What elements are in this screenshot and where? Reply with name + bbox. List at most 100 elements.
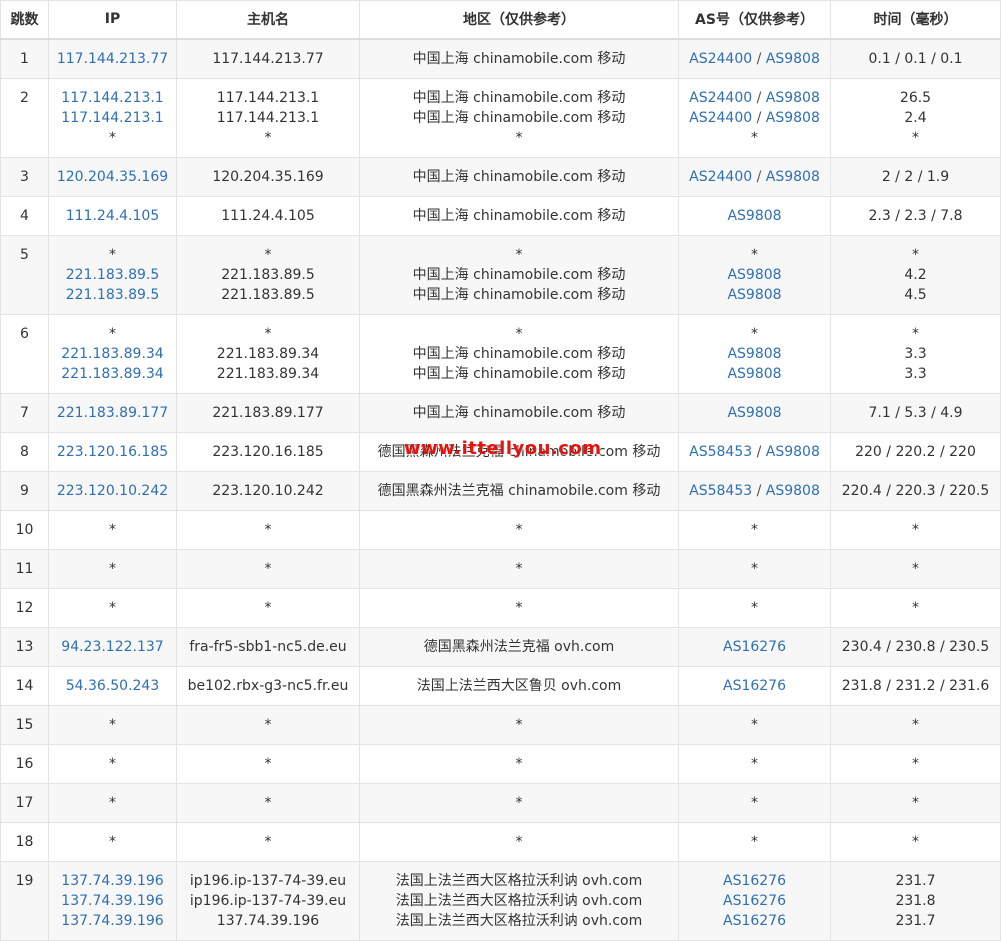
- time-cell: *: [830, 782, 1001, 823]
- ip-link: *: [109, 560, 116, 577]
- as-link[interactable]: AS9808: [727, 346, 781, 362]
- hostname-cell: 120.204.35.169: [176, 156, 360, 197]
- as-line: *: [681, 324, 828, 344]
- region-cell: 中国上海 chinamobile.com 移动: [359, 156, 679, 197]
- table-row: 13 94.23.122.137 fra-fr5-sbb1-nc5.de.eu 德国黑…: [0, 626, 1001, 667]
- time-cell: 7.1 / 5.3 / 4.9: [830, 392, 1001, 433]
- as-link[interactable]: AS9808: [766, 51, 820, 67]
- as-line: AS58453 / AS9808: [681, 481, 828, 501]
- as-line: AS9808: [681, 265, 828, 285]
- hostname-text: 137.74.39.196: [216, 912, 320, 929]
- ip-cell: 117.144.213.77: [48, 38, 177, 79]
- as-link[interactable]: AS9808: [727, 366, 781, 382]
- hop-number: 4: [0, 195, 49, 236]
- hostname-text: 221.183.89.5: [221, 266, 315, 283]
- hostname-cell: 111.24.4.105: [176, 195, 360, 236]
- hostname-cell: *: [176, 743, 360, 784]
- time-text: 7.1 / 5.3 / 4.9: [868, 404, 963, 421]
- as-link[interactable]: AS9808: [766, 444, 820, 460]
- ip-link: *: [109, 833, 116, 850]
- table-row: 17 * * * * *: [0, 782, 1001, 823]
- as-link[interactable]: AS16276: [723, 893, 786, 909]
- ip-cell: *: [48, 704, 177, 745]
- as-cell: AS58453 / AS9808: [678, 431, 831, 472]
- ip-link[interactable]: 221.183.89.34: [51, 344, 174, 364]
- hop-number: 10: [0, 509, 49, 550]
- ip-link[interactable]: 223.120.10.242: [51, 481, 174, 501]
- as-link: *: [751, 755, 758, 772]
- as-link[interactable]: AS24400: [689, 90, 752, 106]
- ip-link[interactable]: 221.183.89.177: [51, 403, 174, 423]
- hostname-cell: 221.183.89.177: [176, 392, 360, 433]
- region-cell: 中国上海 chinamobile.com 移动: [359, 195, 679, 236]
- ip-link: *: [109, 246, 116, 263]
- as-link[interactable]: AS9808: [766, 90, 820, 106]
- as-line: *: [681, 598, 828, 618]
- ip-link[interactable]: 117.144.213.1: [51, 108, 174, 128]
- as-link[interactable]: AS24400: [689, 110, 752, 126]
- as-link[interactable]: AS16276: [723, 639, 786, 655]
- as-link[interactable]: AS9808: [727, 287, 781, 303]
- as-link[interactable]: AS9808: [727, 405, 781, 421]
- region-text: *: [515, 246, 523, 263]
- ip-link[interactable]: 117.144.213.77: [51, 49, 174, 69]
- ip-link[interactable]: 94.23.122.137: [51, 637, 174, 657]
- ip-cell: *: [48, 587, 177, 628]
- as-link[interactable]: AS16276: [723, 913, 786, 929]
- as-separator: /: [752, 109, 766, 126]
- time-text: *: [912, 521, 919, 538]
- ip-cell: 221.183.89.177: [48, 392, 177, 433]
- table-row: 15 * * * * *: [0, 704, 1001, 745]
- region-text: *: [515, 325, 523, 342]
- as-link[interactable]: AS16276: [723, 678, 786, 694]
- ip-link: *: [109, 755, 116, 772]
- as-link[interactable]: AS24400: [689, 169, 752, 185]
- as-link[interactable]: AS58453: [689, 483, 752, 499]
- ip-link[interactable]: 221.183.89.5: [51, 285, 174, 305]
- region-text: 德国黑森州法兰克福 chinamobile.com 移动: [377, 443, 661, 460]
- table-row: 3 120.204.35.169 120.204.35.169 中国上海 chinam…: [0, 156, 1001, 197]
- ip-link[interactable]: 111.24.4.105: [51, 206, 174, 226]
- table-row: 10 * * * * *: [0, 509, 1001, 550]
- table-row: 2 117.144.213.1 117.144.213.1 * 117.144.213.…: [0, 77, 1001, 158]
- as-link[interactable]: AS9808: [766, 110, 820, 126]
- as-link[interactable]: AS9808: [766, 483, 820, 499]
- region-text: 中国上海 chinamobile.com 移动: [412, 109, 626, 126]
- as-link[interactable]: AS24400: [689, 51, 752, 67]
- as-line: *: [681, 520, 828, 540]
- time-text: 2.3 / 2.3 / 7.8: [868, 207, 963, 224]
- hostname-text: 120.204.35.169: [212, 168, 324, 185]
- hostname-text: 223.120.16.185: [212, 443, 324, 460]
- ip-link[interactable]: 137.74.39.196: [51, 871, 174, 891]
- hop-number: 11: [0, 548, 49, 589]
- region-text: 中国上海 chinamobile.com 移动: [412, 50, 626, 67]
- as-link[interactable]: AS9808: [766, 169, 820, 185]
- time-cell: *: [830, 704, 1001, 745]
- region-text: 中国上海 chinamobile.com 移动: [412, 89, 626, 106]
- as-link[interactable]: AS9808: [727, 267, 781, 283]
- region-text: *: [515, 716, 523, 733]
- ip-link[interactable]: 117.144.213.1: [51, 88, 174, 108]
- as-link[interactable]: AS9808: [727, 208, 781, 224]
- as-link[interactable]: AS16276: [723, 873, 786, 889]
- time-text: *: [912, 246, 919, 263]
- table-row: 6 * 221.183.89.34 221.183.89.34 * 221.183.89.…: [0, 313, 1001, 394]
- hostname-cell: *: [176, 782, 360, 823]
- ip-link[interactable]: 137.74.39.196: [51, 891, 174, 911]
- ip-link[interactable]: 120.204.35.169: [51, 167, 174, 187]
- as-link[interactable]: AS58453: [689, 444, 752, 460]
- ip-link[interactable]: 221.183.89.34: [51, 364, 174, 384]
- ip-cell: 137.74.39.196 137.74.39.196 137.74.39.196: [48, 860, 177, 941]
- table-row: 4 111.24.4.105 111.24.4.105 中国上海 chinamobil…: [0, 195, 1001, 236]
- as-line: *: [681, 245, 828, 265]
- ip-link[interactable]: 54.36.50.243: [51, 676, 174, 696]
- ip-link[interactable]: 223.120.16.185: [51, 442, 174, 462]
- hop-number: 14: [0, 665, 49, 706]
- table-row: 5 * 221.183.89.5 221.183.89.5 * 221.183.89.5 2…: [0, 234, 1001, 315]
- ip-link[interactable]: 137.74.39.196: [51, 911, 174, 931]
- ip-link[interactable]: 221.183.89.5: [51, 265, 174, 285]
- as-link: *: [751, 246, 758, 263]
- region-cell: *: [359, 782, 679, 823]
- as-line: *: [681, 715, 828, 735]
- hostname-text: 221.183.89.34: [216, 365, 320, 382]
